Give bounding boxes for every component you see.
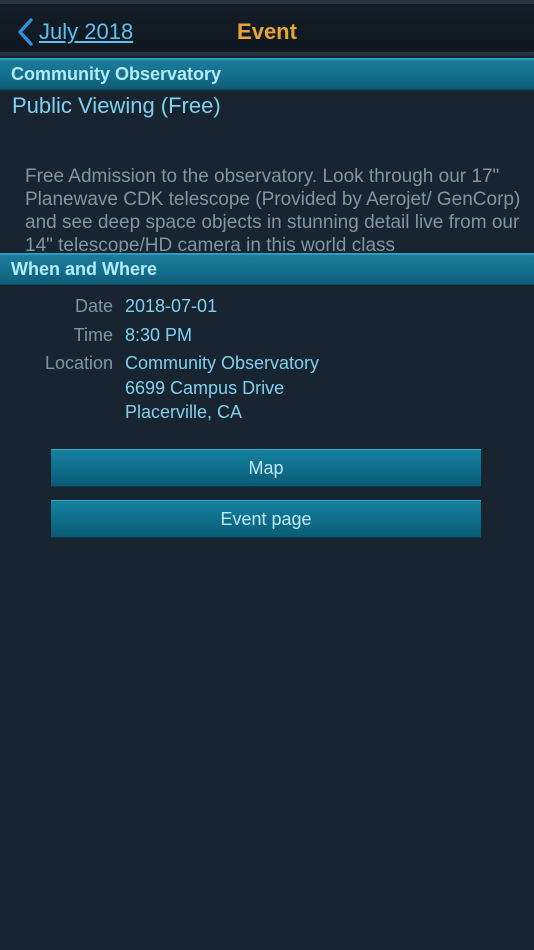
event-page-button[interactable]: Event page (51, 500, 481, 538)
time-label: Time (73, 325, 113, 345)
event-description[interactable]: Free Admission to the observatory. Look … (25, 165, 534, 252)
location-line-3: Placerville, CA (125, 402, 243, 422)
location-line-2: 6699 Campus Drive (125, 377, 285, 398)
navbar-divider (0, 52, 534, 56)
section-header-when-where: When and Where (0, 253, 534, 285)
date-label: Date (74, 296, 113, 316)
section-header-observatory: Community Observatory (0, 58, 534, 90)
time-value: 8:30 PM (125, 325, 193, 345)
location-line-1: Community Observatory (125, 353, 320, 373)
navigation-bar: July 2018 Event (0, 0, 534, 56)
event-title: Public Viewing (Free) (12, 93, 221, 118)
date-value: 2018-07-01 (125, 296, 218, 316)
map-button[interactable]: Map (51, 449, 481, 487)
page-title: Event (237, 19, 297, 44)
location-label: Location (44, 353, 113, 373)
